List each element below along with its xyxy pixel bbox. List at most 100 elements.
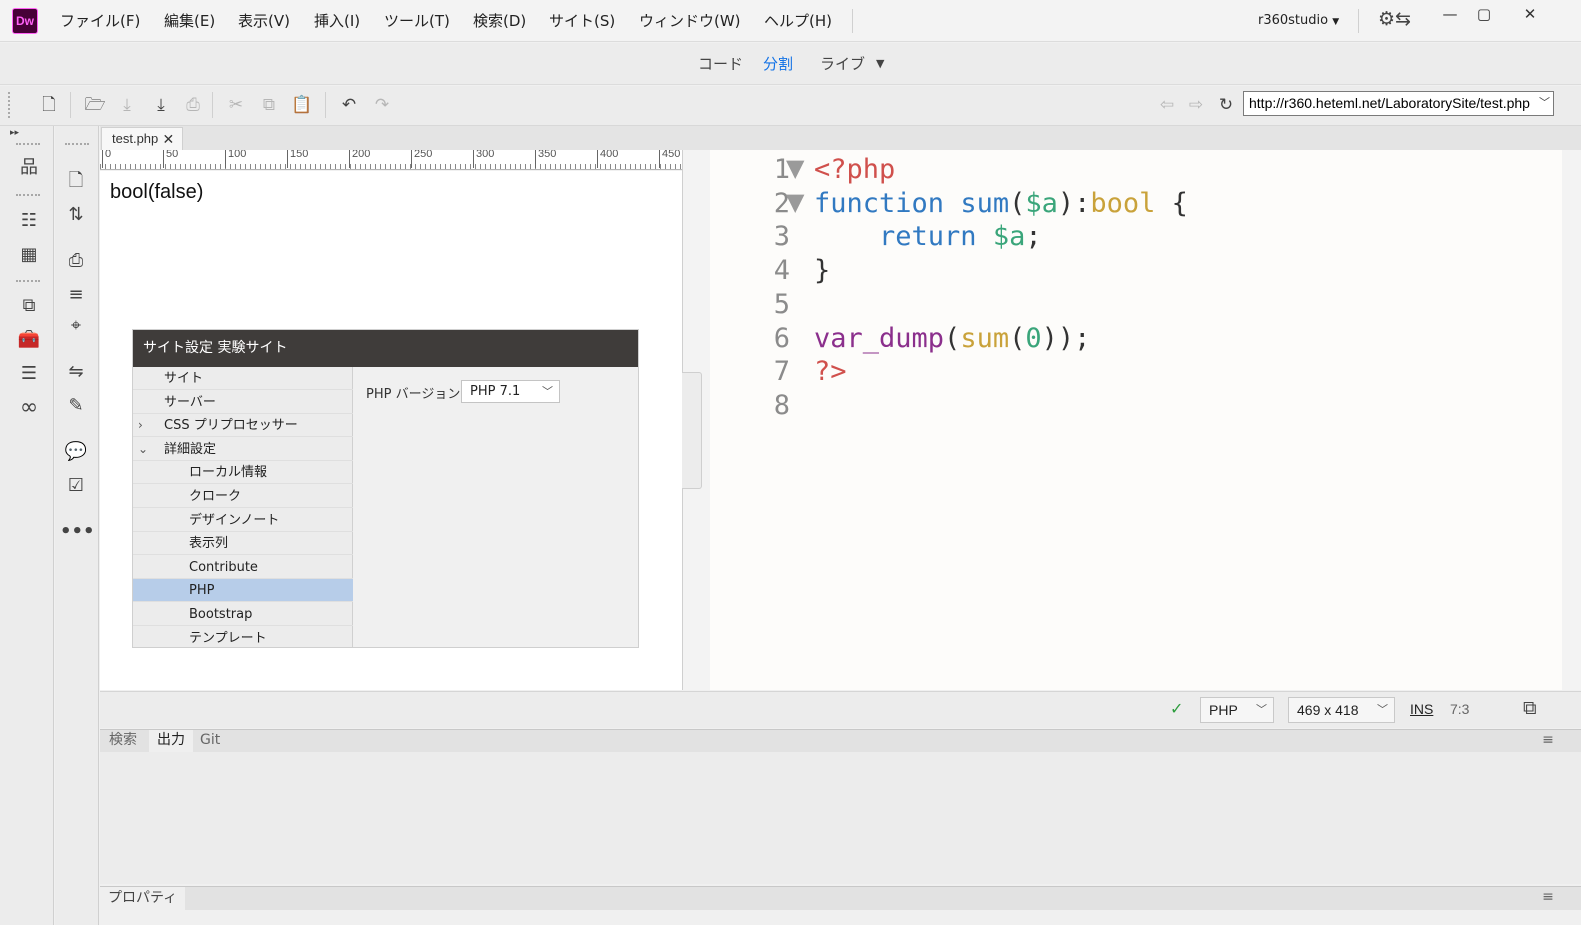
settings-tree-item: テンプレート [133,627,353,647]
sync-settings-icon[interactable]: ⚙⇆ [1378,8,1411,30]
snippets-icon[interactable]: ⧉ [13,292,45,320]
panel-grip[interactable] [16,194,40,198]
settings-tree-item: › CSS プリプロセッサー [133,414,353,438]
preview-in-browser-icon[interactable]: ⧉ [1523,697,1537,719]
tab-output[interactable]: 出力 [149,730,193,752]
panel-grip[interactable] [65,143,89,147]
live-view-options-icon[interactable]: ⎙ [60,247,92,275]
menu-window[interactable]: ウィンドウ(W) [637,0,743,42]
undo-icon[interactable]: ↶ [336,92,362,118]
code-list-icon[interactable]: ☰ [13,360,45,388]
menu-tools[interactable]: ツール(T) [382,0,452,42]
toolbar-separator [325,92,326,118]
tab-properties[interactable]: プロパティ [100,887,186,910]
menu-find[interactable]: 検索(D) [471,0,528,42]
files-panel-dock: ▸▸ 品 ☷ ▦ ⧉ 🧰 ☰ ∞ [0,126,54,925]
settings-tree-label: サーバー [164,394,216,410]
document-tab[interactable]: test.php ✕ [101,127,184,150]
code-token: ( [944,322,961,354]
toolbox-icon[interactable]: 🧰 [13,326,45,354]
dom-tree-icon[interactable]: ☷ [13,207,45,235]
file-transfer-icon[interactable]: ⇅ [60,201,92,229]
toolbar-grip[interactable] [8,92,12,118]
insert-mode-toggle[interactable]: INS [1410,701,1433,717]
tab-search[interactable]: 検索 [101,730,145,752]
fold-arrow-icon[interactable]: ▼ [786,154,810,182]
code-token: function [814,187,945,219]
address-bar[interactable]: http://r360.heteml.net/LaboratorySite/te… [1243,91,1554,116]
line-number: 6 [773,322,790,354]
refresh-icon[interactable]: ↻ [1213,92,1239,118]
tab-git[interactable]: Git [192,730,228,752]
menu-file[interactable]: ファイル(F) [58,0,142,42]
collapse-code-icon[interactable]: ⇋ [60,358,92,386]
open-document-icon[interactable]: 🗋 [60,167,92,195]
settings-tree-item: Bootstrap [133,603,353,626]
split-resize-handle[interactable] [682,372,702,489]
close-button[interactable]: ✕ [1508,3,1552,25]
fold-arrow-icon[interactable]: ▼ [786,188,810,216]
settings-tree-item: 表示列 [133,532,353,556]
code-scrollbar[interactable] [1562,150,1581,690]
print-icon[interactable]: ⎙ [180,92,206,118]
settings-tree-label: Contribute [189,559,258,575]
sitemap-icon[interactable]: 品 [13,154,45,182]
save-all-icon[interactable]: ⤓ [148,92,174,118]
code-token: 0 [1025,322,1042,354]
chevron-down-icon[interactable]: ﹀ [1539,92,1550,115]
redo-icon[interactable]: ↷ [369,92,395,118]
more-options-icon[interactable]: ••• [60,518,95,546]
workspace-switcher[interactable]: r360studio ▼ [1258,0,1339,42]
close-icon[interactable]: ✕ [163,128,175,150]
ruler-label: 150 [287,150,308,168]
menu-help[interactable]: ヘルプ(H) [762,0,834,42]
line-number: 5 [773,288,790,320]
no-errors-check-icon[interactable]: ✓ [1170,699,1183,718]
view-code-button[interactable]: コード [698,43,743,85]
chevron-down-icon: ﹀ [1256,704,1267,716]
tools-panel: 🗋 ⇅ ⎙ ≡ ⌖ ⇋ ✎ 💬 ☑ ••• [55,126,99,925]
copy-icon[interactable]: ⧉ [256,92,282,118]
menu-edit[interactable]: 編集(E) [162,0,217,42]
settings-tree-item: Contribute [133,556,353,579]
panel-menu-icon[interactable]: ≡ [1540,889,1556,905]
chevron-right-icon: › [138,418,143,433]
menu-view[interactable]: 表示(V) [236,0,292,42]
code-line: } [814,255,830,286]
settings-tree-label: デザインノート [189,512,280,528]
panel-grip[interactable] [16,280,40,284]
document-type-select[interactable]: PHP ﹀ [1200,697,1274,723]
php-version-value: PHP 7.1 [470,384,521,399]
panel-grip[interactable] [16,143,40,147]
assets-icon[interactable]: ▦ [13,241,45,269]
code-token: $a [992,221,1026,253]
view-split-button[interactable]: 分割 [763,43,793,85]
expand-panels-icon[interactable]: ▸▸ [10,128,19,138]
wrap-tag-icon[interactable]: ✎ [60,392,92,420]
new-file-icon[interactable]: 🗋 [36,92,62,118]
panel-menu-icon[interactable]: ≡ [1540,732,1556,748]
ruler-label: 200 [349,150,370,168]
creative-cloud-icon[interactable]: ∞ [13,394,45,422]
code-token: $a [1025,187,1058,219]
save-icon[interactable]: ⤓ [114,92,140,118]
code-view[interactable]: 1 ▼ <?php 2 ▼ function sum($a):bool {3 return… [710,150,1562,690]
format-source-icon[interactable]: ≡ [60,281,92,309]
remove-comment-icon[interactable]: ☑ [60,472,92,500]
paste-icon[interactable]: 📋 [289,92,315,118]
chevron-down-icon[interactable]: ▼ [876,43,884,85]
inspect-icon[interactable]: ⌖ [60,312,92,340]
chevron-down-icon: ﹀ [1377,704,1388,716]
menu-insert[interactable]: 挿入(I) [312,0,362,42]
window-size-select[interactable]: 469 x 418 ﹀ [1288,697,1395,723]
cut-icon[interactable]: ✂ [223,92,249,118]
code-token: ): [1057,187,1091,219]
apply-comment-icon[interactable]: 💬 [60,438,92,466]
back-arrow-icon[interactable]: ⇦ [1154,92,1180,118]
maximize-button[interactable]: ▢ [1462,3,1506,25]
open-folder-icon[interactable]: 🗁 [82,92,108,118]
forward-arrow-icon[interactable]: ⇨ [1183,92,1209,118]
menu-site[interactable]: サイト(S) [547,0,617,42]
code-token: <?php [814,154,896,185]
view-live-button[interactable]: ライブ [820,43,865,85]
